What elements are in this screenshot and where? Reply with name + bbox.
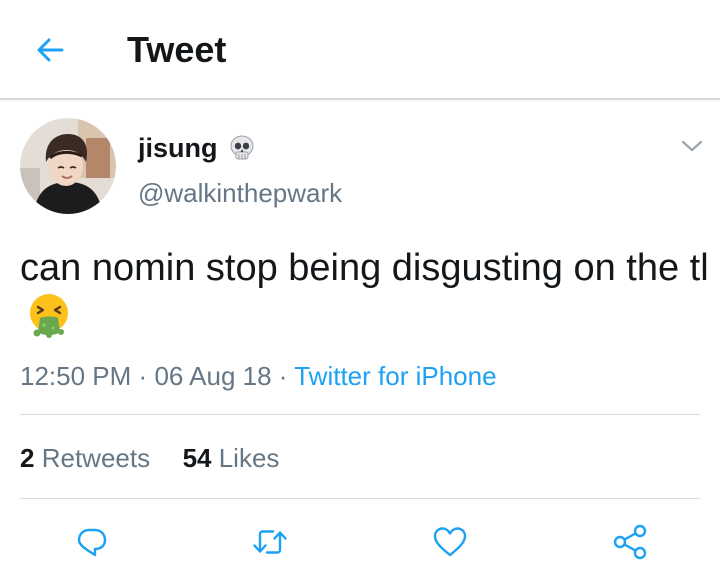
heart-icon [433, 527, 467, 557]
likes-label: Likes [218, 443, 280, 473]
tweet-body: can nomin stop being disgusting on the t… [20, 244, 710, 340]
avatar[interactable] [20, 118, 116, 214]
tweet-text: can nomin stop being disgusting on the t… [20, 247, 709, 289]
tweet-detail-screen: Tweet jisung @walkinthepwark can nomin s… [0, 0, 720, 587]
meta-separator: · [138, 361, 148, 391]
like-button[interactable] [428, 520, 472, 564]
tweet-date: 06 Aug 18 [154, 361, 272, 391]
author-name-row[interactable]: jisung [138, 130, 256, 166]
retweet-button[interactable] [248, 520, 292, 564]
back-arrow-icon [37, 38, 64, 62]
tweet-source-link[interactable]: Twitter for iPhone [294, 361, 496, 391]
share-button[interactable] [608, 520, 652, 564]
author-name: jisung [138, 133, 218, 163]
tweet-time: 12:50 PM [20, 361, 132, 391]
page-title: Tweet [127, 29, 227, 70]
tweet-menu-button[interactable] [676, 130, 708, 162]
share-icon [613, 524, 647, 560]
avatar-image [20, 118, 116, 214]
tweet-actions [0, 512, 720, 568]
retweets-stat[interactable]: 2 Retweets [20, 443, 157, 473]
tweet-meta: 12:50 PM · 06 Aug 18 · Twitter for iPhon… [20, 358, 497, 394]
reply-button[interactable] [70, 520, 114, 564]
retweets-count: 2 [20, 443, 35, 473]
back-button[interactable] [26, 26, 74, 74]
tweet-stats: 2 Retweets 54 Likes [20, 440, 279, 476]
retweets-label: Retweets [41, 443, 151, 473]
meta-separator: · [278, 361, 288, 391]
skull-icon [230, 135, 253, 160]
author-handle[interactable]: @walkinthepwark [138, 176, 342, 210]
likes-stat[interactable]: 54 Likes [183, 443, 280, 473]
retweet-icon [253, 530, 287, 554]
divider [20, 498, 700, 499]
top-app-bar: Tweet [0, 0, 720, 100]
likes-count: 54 [182, 443, 212, 473]
chevron-down-icon [681, 140, 703, 152]
divider [20, 414, 700, 415]
vomiting-face-icon [30, 294, 68, 338]
reply-icon [77, 528, 107, 557]
